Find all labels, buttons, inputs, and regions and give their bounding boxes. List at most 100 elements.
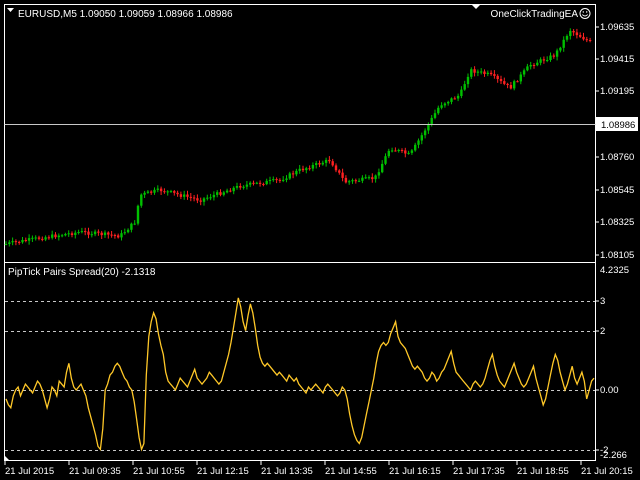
- smiley-icon[interactable]: [579, 8, 591, 19]
- candle-body: [265, 180, 268, 185]
- candle-body: [159, 188, 163, 192]
- time-tick: 21 Jul 12:15: [197, 466, 249, 477]
- time-tick: 21 Jul 14:55: [325, 466, 377, 477]
- candle-body: [308, 168, 311, 170]
- candle-body: [107, 232, 110, 235]
- candle-body: [414, 144, 417, 151]
- candle-body: [242, 186, 245, 188]
- candle-body: [364, 177, 367, 179]
- candle-body: [569, 31, 572, 36]
- candle-body: [235, 186, 239, 188]
- candle-body: [225, 190, 229, 193]
- candle-body: [285, 178, 288, 180]
- candle-body: [222, 192, 225, 195]
- candle-body: [64, 234, 67, 236]
- candle-body: [496, 75, 499, 79]
- candle-body: [387, 150, 390, 157]
- price-tick: 1.09415: [600, 54, 634, 65]
- trading-chart[interactable]: EURUSD,M5 1.09050 1.09059 1.08966 1.0898…: [0, 0, 640, 480]
- candle-body: [374, 175, 377, 180]
- candle-body: [206, 197, 209, 199]
- candle-body: [585, 39, 588, 41]
- candlestick-series: [4, 28, 592, 247]
- candle-body: [57, 235, 60, 238]
- candle-body: [489, 72, 493, 75]
- candle-body: [532, 65, 536, 66]
- candle-body: [351, 180, 354, 182]
- time-tick: 21 Jul 13:35: [261, 466, 313, 477]
- candle-body: [156, 188, 159, 190]
- candle-body: [344, 177, 348, 183]
- candle-body: [84, 231, 87, 233]
- candle-body: [133, 223, 136, 225]
- candle-body: [232, 187, 235, 192]
- candle-body: [371, 177, 374, 180]
- candle-body: [443, 103, 447, 106]
- candle-body: [136, 205, 140, 224]
- candle-body: [278, 179, 282, 181]
- candle-body: [252, 182, 255, 184]
- candle-body: [331, 161, 334, 166]
- candle-body: [552, 55, 555, 57]
- candle-body: [229, 190, 232, 192]
- candle-body: [473, 69, 476, 73]
- candle-body: [410, 150, 414, 153]
- candle-body: [288, 173, 291, 179]
- indicator-tick: 0.00: [600, 385, 619, 396]
- candle-body: [24, 240, 27, 241]
- symbol-info: EURUSD,M5 1.09050 1.09059 1.08966 1.0898…: [18, 9, 233, 20]
- candle-body: [31, 237, 34, 239]
- candle-body: [480, 71, 483, 73]
- candle-body: [130, 223, 133, 230]
- candle-body: [539, 59, 542, 63]
- candle-body: [196, 198, 199, 201]
- price-axis[interactable]: 1.09635 1.09415 1.09195 1.08760 1.08545 …: [595, 22, 634, 261]
- time-tick: 21 Jul 17:35: [453, 466, 505, 477]
- candle-body: [239, 186, 242, 188]
- scroll-marker-icon[interactable]: [5, 456, 10, 461]
- candle-body: [97, 231, 100, 233]
- indicator-line: [5, 297, 595, 452]
- chart-frame: [4, 4, 596, 461]
- candle-body: [361, 177, 364, 181]
- candle-body: [123, 232, 126, 234]
- candle-body: [268, 180, 272, 181]
- time-tick: 21 Jul 16:15: [389, 466, 441, 477]
- candle-body: [74, 232, 77, 235]
- candle-body: [397, 150, 400, 151]
- price-tick: 1.09195: [600, 86, 634, 97]
- candle-body: [272, 179, 275, 181]
- candle-body: [4, 244, 8, 245]
- candle-body: [417, 140, 420, 145]
- candle-body: [87, 231, 90, 235]
- candle-body: [384, 156, 387, 164]
- candle-body: [572, 31, 575, 33]
- candle-body: [357, 180, 361, 182]
- candle-body: [199, 200, 202, 202]
- candle-body: [126, 229, 130, 233]
- ea-label[interactable]: OneClickTradingEA: [491, 9, 579, 20]
- candle-body: [565, 36, 569, 40]
- candle-body: [8, 242, 11, 244]
- indicator-axis[interactable]: 4.2325 3 2 0.00 -2 -2.266: [595, 265, 629, 461]
- chart-window[interactable]: EURUSD,M5 1.09050 1.09059 1.08966 1.0898…: [0, 0, 640, 480]
- candle-body: [440, 105, 443, 108]
- candle-body: [470, 69, 473, 77]
- candle-body: [298, 168, 301, 171]
- current-price-label: 1.08986: [601, 120, 635, 131]
- candle-body: [176, 192, 179, 195]
- candle-body: [447, 101, 450, 104]
- time-axis[interactable]: 21 Jul 2015 21 Jul 09:35 21 Jul 10:55 21…: [4, 461, 633, 477]
- candle-body: [212, 194, 216, 198]
- candle-body: [390, 150, 394, 152]
- candle-body: [499, 79, 503, 82]
- chevron-down-icon[interactable]: [7, 8, 14, 12]
- candle-body: [466, 76, 470, 85]
- chart-shift-marker-icon[interactable]: [471, 4, 481, 9]
- candle-body: [60, 235, 64, 237]
- candle-body: [423, 130, 427, 136]
- time-tick: 21 Jul 2015: [5, 466, 54, 477]
- candle-body: [456, 95, 460, 99]
- candle-body: [150, 191, 153, 193]
- candle-body: [526, 66, 529, 71]
